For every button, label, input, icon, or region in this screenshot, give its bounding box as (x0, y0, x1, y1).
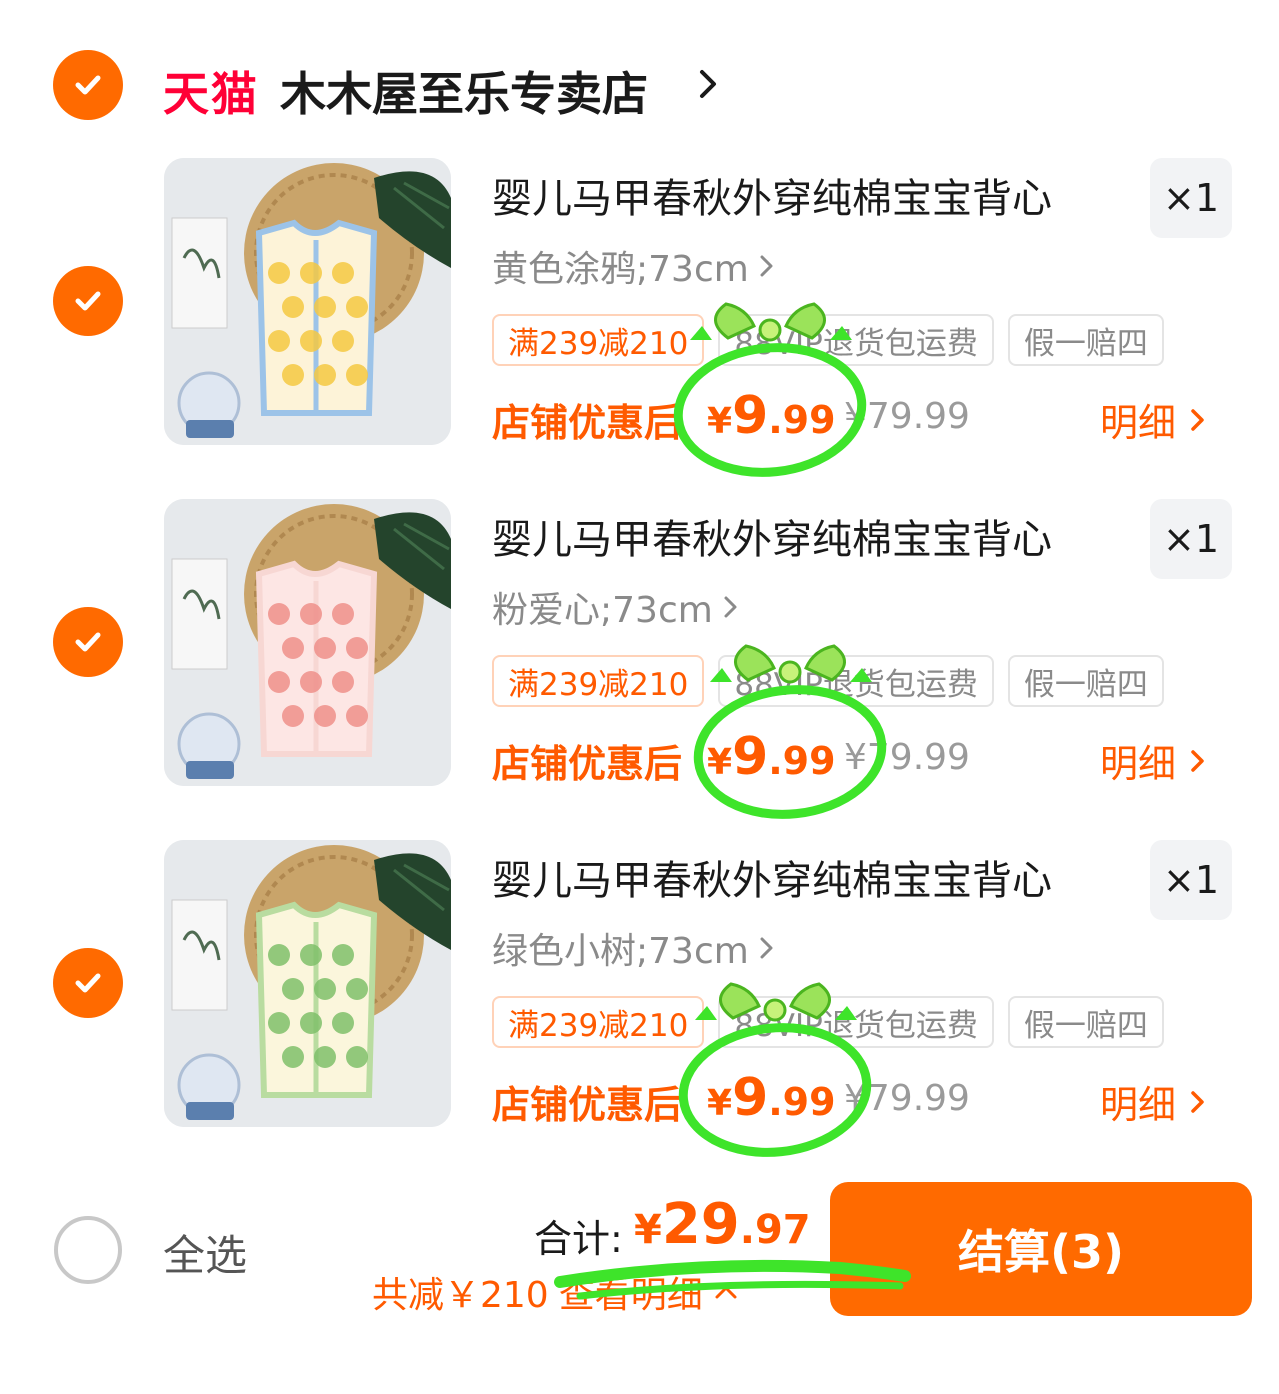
checkmark-icon (75, 75, 101, 95)
product-title[interactable]: 婴儿马甲春秋外穿纯棉宝宝背心 (492, 507, 1052, 565)
tag-list: 满239减210 88VIP退货包运费 假一赔四 (492, 655, 1164, 707)
shop-name-link[interactable]: 木木屋至乐专卖店 (280, 58, 648, 124)
deal-price: ¥9.99 (707, 386, 836, 446)
item-select-checkbox[interactable] (53, 607, 123, 677)
quantity-button[interactable]: ×1 (1150, 499, 1232, 579)
tag-list: 满239减210 88VIP退货包运费 假一赔四 (492, 996, 1164, 1048)
promo-tag: 满239减210 (492, 996, 705, 1048)
view-detail-label: 查看明细 (558, 1275, 703, 1316)
price-row: 店铺优惠后 ¥9.99 ¥79.99 明细 (492, 727, 1252, 787)
chevron-up-icon (715, 1286, 737, 1299)
checkmark-icon (75, 632, 101, 652)
service-tag: 88VIP退货包运费 (718, 655, 994, 707)
sku-label: 绿色小树;73cm (492, 931, 749, 972)
cart-item: 婴儿马甲春秋外穿纯棉宝宝背心 ×1 黄色涂鸦;73cm 满239减210 88V… (0, 158, 1279, 458)
item-select-checkbox[interactable] (53, 266, 123, 336)
promo-tag: 满239减210 (492, 655, 705, 707)
select-all-label[interactable]: 全选 (163, 1222, 247, 1283)
tmall-logo: 天猫 (163, 67, 259, 121)
deal-price: ¥9.99 (707, 1068, 836, 1128)
service-tag: 假一赔四 (1007, 996, 1164, 1048)
chevron-right-icon (1191, 408, 1204, 431)
detail-link[interactable]: 明细 (1100, 392, 1208, 447)
sku-selector[interactable]: 黄色涂鸦;73cm (492, 240, 777, 292)
product-title[interactable]: 婴儿马甲春秋外穿纯棉宝宝背心 (492, 166, 1052, 224)
service-tag: 88VIP退货包运费 (718, 996, 994, 1048)
detail-link[interactable]: 明细 (1100, 733, 1208, 788)
product-image[interactable] (164, 158, 451, 445)
chevron-right-icon[interactable] (696, 66, 720, 102)
chevron-right-icon (1191, 749, 1204, 772)
shop-select-checkbox[interactable] (53, 50, 123, 120)
quantity-button[interactable]: ×1 (1150, 840, 1232, 920)
store-deal-label: 店铺优惠后 (492, 742, 683, 786)
item-select-checkbox[interactable] (53, 948, 123, 1018)
deal-price: ¥9.99 (707, 727, 836, 787)
original-price: ¥79.99 (844, 1078, 970, 1119)
service-tag: 假一赔四 (1007, 314, 1164, 366)
detail-link[interactable]: 明细 (1100, 1074, 1208, 1129)
checkmark-icon (75, 291, 101, 311)
chevron-right-icon (1191, 1090, 1204, 1113)
store-deal-label: 店铺优惠后 (492, 1083, 683, 1127)
chevron-right-icon (760, 937, 773, 959)
checkout-bar: 全选 合计: ¥29.97 共减￥210 查看明细 结算(3) (0, 1170, 1279, 1394)
cart-item: 婴儿马甲春秋外穿纯棉宝宝背心 ×1 绿色小树;73cm 满239减210 88V… (0, 840, 1279, 1140)
chevron-right-icon (760, 255, 773, 277)
total-price: ¥29.97 (634, 1192, 811, 1257)
quantity-button[interactable]: ×1 (1150, 158, 1232, 238)
price-row: 店铺优惠后 ¥9.99 ¥79.99 明细 (492, 1068, 1252, 1128)
checkmark-icon (75, 973, 101, 993)
store-deal-label: 店铺优惠后 (492, 401, 683, 445)
product-image[interactable] (164, 840, 451, 1127)
original-price: ¥79.99 (844, 737, 970, 778)
service-tag: 88VIP退货包运费 (718, 314, 994, 366)
vest-illustration (164, 499, 451, 786)
saved-amount: 共减￥210 (372, 1275, 549, 1316)
original-price: ¥79.99 (844, 396, 970, 437)
product-title[interactable]: 婴儿马甲春秋外穿纯棉宝宝背心 (492, 848, 1052, 906)
cart-item: 婴儿马甲春秋外穿纯棉宝宝背心 ×1 粉爱心;73cm 满239减210 88VI… (0, 499, 1279, 799)
sku-label: 粉爱心;73cm (492, 590, 713, 631)
sku-selector[interactable]: 粉爱心;73cm (492, 581, 741, 633)
vest-illustration (164, 840, 451, 1127)
price-row: 店铺优惠后 ¥9.99 ¥79.99 明细 (492, 386, 1252, 446)
tag-list: 满239减210 88VIP退货包运费 假一赔四 (492, 314, 1164, 366)
promo-tag: 满239减210 (492, 314, 705, 366)
checkout-button[interactable]: 结算(3) (830, 1182, 1252, 1316)
sku-selector[interactable]: 绿色小树;73cm (492, 922, 777, 974)
select-all-checkbox[interactable] (54, 1216, 122, 1284)
vest-illustration (164, 158, 451, 445)
service-tag: 假一赔四 (1007, 655, 1164, 707)
total-label: 合计: (534, 1217, 623, 1261)
product-image[interactable] (164, 499, 451, 786)
discount-summary[interactable]: 共减￥210 查看明细 (372, 1266, 739, 1318)
chevron-right-icon (724, 596, 737, 618)
sku-label: 黄色涂鸦;73cm (492, 249, 749, 290)
shop-header: 天猫 木木屋至乐专卖店 (0, 40, 1279, 130)
